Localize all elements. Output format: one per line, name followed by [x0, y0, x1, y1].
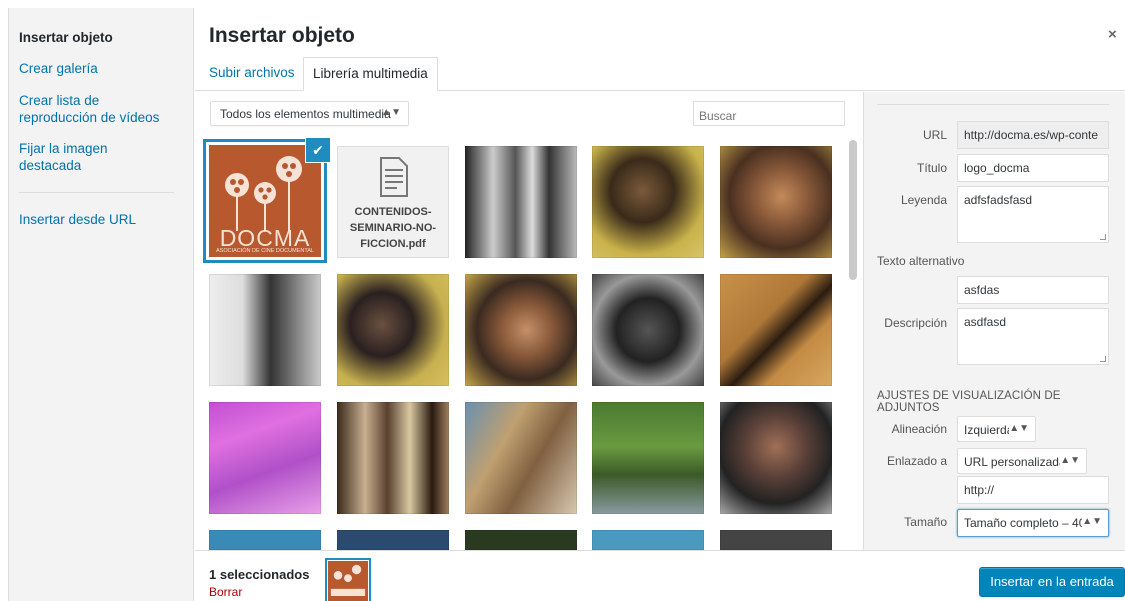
select-arrows-icon: ▲▼ [1009, 423, 1029, 434]
size-label: Tamaño [904, 515, 947, 529]
resize-grip-icon[interactable] [1100, 356, 1106, 362]
attachment-photo-row4-1[interactable] [209, 530, 321, 550]
caption-value: adfsfadsfasd [964, 193, 1033, 207]
resize-grip-icon[interactable] [1100, 234, 1106, 240]
attachment-photo-portrait-2[interactable] [465, 274, 577, 386]
title-label: Título [916, 161, 947, 175]
attachment-photo-row4-2[interactable] [337, 530, 449, 550]
attachment-photo-row4-5[interactable] [720, 530, 832, 550]
selected-check-icon[interactable]: ✔ [306, 138, 330, 162]
alignment-select[interactable]: Izquierda ▲▼ [957, 416, 1036, 442]
link-to-label: Enlazado a [886, 454, 947, 468]
menu-item-insert-from-url[interactable]: Insertar desde URL [19, 211, 136, 228]
search-input[interactable] [693, 101, 845, 126]
alignment-label: Alineación [891, 422, 947, 436]
clear-selection-link[interactable]: Borrar [209, 585, 242, 599]
url-label: URL [922, 128, 947, 142]
caption-field[interactable]: adfsfadsfasd [957, 186, 1109, 243]
sidebar-divider [877, 104, 1109, 105]
attachment-photo-mural[interactable] [720, 274, 832, 386]
tab-upload-files[interactable]: Subir archivos [209, 65, 295, 80]
attachment-photo-stone-face[interactable] [592, 274, 704, 386]
docma-mini-logo [328, 561, 368, 601]
display-settings-title: AJUSTES DE VISUALIZACIÓN DE ADJUNTOS [877, 390, 1061, 414]
close-icon[interactable]: × [1108, 26, 1117, 43]
media-filter-select[interactable]: Todos los elementos multimedia ▲▼ [210, 101, 409, 126]
description-value: asdfasd [964, 315, 1007, 329]
size-value: Tamaño completo – 400 [964, 516, 1093, 530]
select-arrows-icon: ▲▼ [1060, 455, 1080, 466]
title-field[interactable]: logo_docma [957, 154, 1109, 182]
select-arrows-icon: ▲▼ [1082, 516, 1102, 527]
pdf-filename: CONTENIDOS-SEMINARIO-NO-FICCION.pdf [349, 206, 437, 250]
description-label: Descripción [884, 316, 947, 330]
tab-media-library[interactable]: Librería multimedia [303, 57, 438, 91]
size-select[interactable]: Tamaño completo – 400 ▲▼ [957, 509, 1109, 537]
attachment-photo-brushes[interactable] [337, 402, 449, 514]
router-tabs: Subir archivos Librería multimedia [195, 57, 1125, 91]
attachment-photo-row4-4[interactable] [592, 530, 704, 550]
attachment-photo-pink-pool[interactable] [209, 402, 321, 514]
description-field[interactable]: asdfasd [957, 308, 1109, 365]
link-url-field[interactable]: http:// [957, 476, 1109, 504]
attachment-photo-group-bw[interactable] [465, 146, 577, 258]
selection-count: 1 seleccionados [209, 567, 310, 582]
alt-text-field[interactable]: asfdas [957, 276, 1109, 304]
alt-text-label: Texto alternativo [877, 254, 965, 268]
link-to-value: URL personalizada [964, 455, 1066, 469]
attachment-photo-woman-bw[interactable] [209, 274, 321, 386]
url-field[interactable]: http://docma.es/wp-conte [957, 121, 1109, 149]
attachment-photo-camera-2[interactable] [337, 274, 449, 386]
attachment-pdf[interactable]: CONTENIDOS-SEMINARIO-NO-FICCION.pdf [337, 146, 449, 258]
menu-item-insert-media[interactable]: Insertar objeto [19, 29, 113, 46]
menu-item-create-playlist[interactable]: Crear lista de reproducción de vídeos [19, 92, 169, 126]
docma-logo-subtitle: ASOCIACIÓN DE CINE DOCUMENTAL [216, 248, 314, 254]
media-filter-value: Todos los elementos multimedia [220, 107, 391, 121]
attachment-photo-camera-1[interactable] [592, 146, 704, 258]
attachment-photo-portrait-1[interactable] [720, 146, 832, 258]
alignment-value: Izquierda [964, 423, 1014, 437]
attachment-photo-row4-3[interactable] [465, 530, 577, 550]
menu-item-create-gallery[interactable]: Crear galería [19, 60, 98, 77]
menu-item-featured-image[interactable]: Fijar la imagen destacada [19, 140, 139, 174]
link-to-select[interactable]: URL personalizada ▲▼ [957, 448, 1087, 474]
select-arrows-icon: ▲▼ [381, 107, 401, 118]
attachment-photo-river[interactable] [592, 402, 704, 514]
attachment-photo-man-thinking[interactable] [720, 402, 832, 514]
modal-title: Insertar objeto [209, 24, 355, 47]
menu-separator [19, 192, 174, 193]
grid-scrollbar[interactable] [849, 140, 857, 280]
insert-into-post-button[interactable]: Insertar en la entrada [979, 567, 1125, 597]
selected-attachment-thumb[interactable] [328, 561, 368, 601]
attachment-docma-logo[interactable]: DOCMA ASOCIACIÓN DE CINE DOCUMENTAL [209, 145, 321, 257]
caption-label: Leyenda [900, 193, 947, 207]
document-icon [380, 157, 408, 197]
attachment-photo-painter[interactable] [465, 402, 577, 514]
